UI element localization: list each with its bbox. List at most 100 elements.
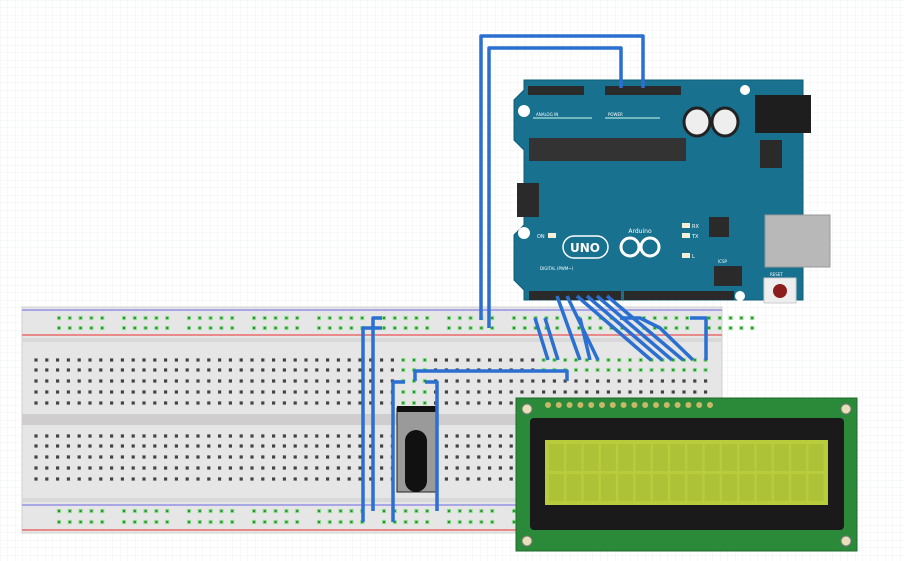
breadboard-hole[interactable] xyxy=(728,315,733,321)
breadboard-hole[interactable] xyxy=(77,358,81,362)
breadboard-hole[interactable] xyxy=(262,519,267,525)
breadboard-hole[interactable] xyxy=(392,325,397,331)
breadboard-hole[interactable] xyxy=(358,358,362,362)
breadboard-hole[interactable] xyxy=(99,477,103,481)
breadboard-hole[interactable] xyxy=(542,379,546,383)
breadboard-hole[interactable] xyxy=(239,358,243,362)
breadboard-hole[interactable] xyxy=(208,508,213,514)
breadboard-hole[interactable] xyxy=(142,390,146,394)
breadboard-hole[interactable] xyxy=(542,390,546,394)
breadboard-hole[interactable] xyxy=(153,477,157,481)
breadboard-hole[interactable] xyxy=(444,455,448,459)
breadboard-hole[interactable] xyxy=(498,477,502,481)
breadboard-hole[interactable] xyxy=(444,358,448,362)
breadboard-hole[interactable] xyxy=(45,477,49,481)
breadboard-hole[interactable] xyxy=(304,390,308,394)
breadboard-hole[interactable] xyxy=(414,315,419,321)
breadboard-hole[interactable] xyxy=(142,401,146,405)
breadboard-hole[interactable] xyxy=(425,315,430,321)
breadboard-hole[interactable] xyxy=(381,315,387,321)
breadboard-hole[interactable] xyxy=(174,444,178,448)
breadboard-hole[interactable] xyxy=(628,390,632,394)
breadboard-hole[interactable] xyxy=(153,368,157,372)
breadboard-hole[interactable] xyxy=(131,379,135,383)
breadboard-hole[interactable] xyxy=(446,508,452,514)
breadboard-hole[interactable] xyxy=(196,434,200,438)
breadboard-hole[interactable] xyxy=(185,401,189,405)
breadboard-hole[interactable] xyxy=(45,390,49,394)
breadboard-hole[interactable] xyxy=(488,390,492,394)
breadboard-hole[interactable] xyxy=(261,358,265,362)
breadboard-hole[interactable] xyxy=(455,401,459,405)
breadboard-hole[interactable] xyxy=(110,390,114,394)
breadboard-hole[interactable] xyxy=(349,519,354,525)
breadboard-hole[interactable] xyxy=(509,390,513,394)
power-jack[interactable] xyxy=(755,95,811,133)
breadboard-hole[interactable] xyxy=(606,357,611,363)
breadboard-hole[interactable] xyxy=(185,455,189,459)
breadboard-hole[interactable] xyxy=(100,519,105,525)
breadboard-hole[interactable] xyxy=(284,508,289,514)
breadboard-hole[interactable] xyxy=(639,390,643,394)
breadboard-hole[interactable] xyxy=(326,455,330,459)
breadboard-hole[interactable] xyxy=(509,401,513,405)
breadboard-hole[interactable] xyxy=(468,315,473,321)
breadboard-hole[interactable] xyxy=(251,325,257,331)
breadboard-hole[interactable] xyxy=(154,325,159,331)
breadboard-hole[interactable] xyxy=(315,455,319,459)
breadboard-hole[interactable] xyxy=(468,508,473,514)
breadboard-hole[interactable] xyxy=(663,325,668,331)
breadboard-hole[interactable] xyxy=(728,325,733,331)
breadboard-hole[interactable] xyxy=(488,477,492,481)
breadboard-hole[interactable] xyxy=(207,444,211,448)
breadboard-hole[interactable] xyxy=(660,367,665,373)
breadboard-hole[interactable] xyxy=(34,401,38,405)
breadboard-hole[interactable] xyxy=(347,444,351,448)
breadboard-hole[interactable] xyxy=(272,358,276,362)
breadboard-hole[interactable] xyxy=(185,358,189,362)
breadboard-hole[interactable] xyxy=(347,434,351,438)
breadboard-hole[interactable] xyxy=(671,379,675,383)
breadboard-hole[interactable] xyxy=(100,325,105,331)
breadboard-hole[interactable] xyxy=(34,390,38,394)
breadboard-hole[interactable] xyxy=(315,434,319,438)
breadboard-hole[interactable] xyxy=(153,434,157,438)
breadboard-hole[interactable] xyxy=(153,379,157,383)
breadboard-hole[interactable] xyxy=(338,325,343,331)
breadboard-hole[interactable] xyxy=(596,390,600,394)
breadboard-hole[interactable] xyxy=(110,455,114,459)
breadboard-hole[interactable] xyxy=(196,390,200,394)
breadboard-hole[interactable] xyxy=(627,357,633,363)
breadboard-hole[interactable] xyxy=(466,455,470,459)
breadboard-hole[interactable] xyxy=(650,390,654,394)
breadboard-hole[interactable] xyxy=(142,455,146,459)
breadboard-hole[interactable] xyxy=(338,519,343,525)
breadboard-hole[interactable] xyxy=(466,390,470,394)
breadboard-hole[interactable] xyxy=(381,519,387,525)
breadboard-hole[interactable] xyxy=(164,390,168,394)
breadboard-hole[interactable] xyxy=(142,477,146,481)
breadboard-hole[interactable] xyxy=(380,390,384,394)
breadboard-hole[interactable] xyxy=(455,444,459,448)
breadboard-hole[interactable] xyxy=(617,357,622,363)
breadboard-hole[interactable] xyxy=(88,368,92,372)
breadboard-hole[interactable] xyxy=(89,519,94,525)
breadboard-hole[interactable] xyxy=(457,315,462,321)
breadboard-hole[interactable] xyxy=(455,379,459,383)
breadboard-hole[interactable] xyxy=(704,390,708,394)
breadboard-hole[interactable] xyxy=(509,379,513,383)
breadboard-hole[interactable] xyxy=(153,390,157,394)
breadboard-hole[interactable] xyxy=(336,455,340,459)
breadboard-hole[interactable] xyxy=(99,466,103,470)
breadboard-hole[interactable] xyxy=(207,368,211,372)
breadboard-hole[interactable] xyxy=(706,315,712,321)
breadboard-hole[interactable] xyxy=(165,325,170,331)
breadboard-hole[interactable] xyxy=(316,325,322,331)
breadboard-hole[interactable] xyxy=(207,434,211,438)
breadboard-hole[interactable] xyxy=(403,508,408,514)
breadboard-hole[interactable] xyxy=(250,390,254,394)
breadboard-hole[interactable] xyxy=(336,390,340,394)
breadboard-hole[interactable] xyxy=(164,466,168,470)
breadboard-hole[interactable] xyxy=(584,357,589,363)
breadboard-hole[interactable] xyxy=(693,379,697,383)
